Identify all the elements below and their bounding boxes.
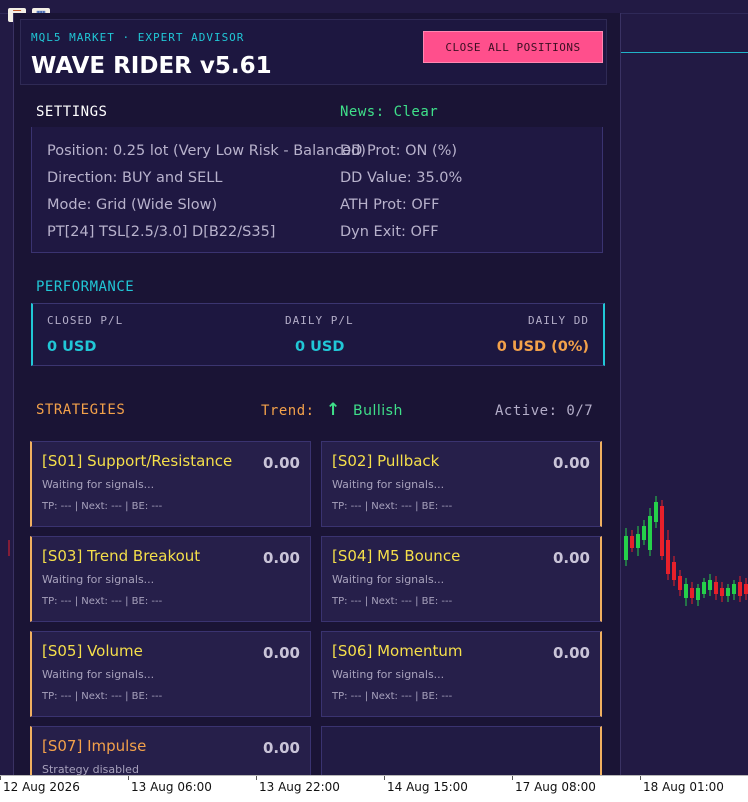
trend-value: Bullish: [353, 403, 403, 419]
candle-body: [690, 588, 694, 598]
performance-box: CLOSED P/L 0 USD DAILY P/L 0 USD DAILY D…: [31, 303, 605, 366]
candle-body: [702, 582, 706, 594]
strategy-card-s03[interactable]: [S03] Trend Breakout 0.00 Waiting for si…: [30, 536, 311, 622]
time-tick-mark: [0, 776, 1, 780]
strategy-value: 0.00: [262, 644, 300, 662]
strategy-footer: TP: --- | Next: --- | BE: ---: [42, 501, 163, 512]
strategy-title: [S01] Support/Resistance: [42, 452, 233, 470]
candle-body: [648, 516, 652, 550]
performance-heading: PERFORMANCE: [36, 279, 135, 295]
time-tick-mark: [128, 776, 129, 780]
candle-body: [654, 502, 658, 522]
time-tick-mark: [640, 776, 641, 780]
strategy-value: 0.00: [552, 644, 590, 662]
setting-position: Position: 0.25 lot (Very Low Risk - Bala…: [47, 143, 366, 159]
candle-body: [642, 526, 646, 540]
setting-ath-prot: ATH Prot: OFF: [340, 197, 440, 213]
setting-mode: Mode: Grid (Wide Slow): [47, 197, 218, 213]
candle-body: [672, 562, 676, 580]
setting-dyn-exit: Dyn Exit: OFF: [340, 224, 439, 240]
strategy-value: 0.00: [552, 549, 590, 567]
setting-direction: Direction: BUY and SELL: [47, 170, 223, 186]
strategy-card-s02[interactable]: [S02] Pullback 0.00 Waiting for signals.…: [321, 441, 602, 527]
time-label: 13 Aug 06:00: [131, 780, 212, 794]
candle-body: [726, 588, 730, 596]
strategy-footer: TP: --- | Next: --- | BE: ---: [332, 596, 453, 607]
news-status: News: Clear: [340, 104, 439, 120]
trend-up-arrow-icon: ↑: [326, 400, 341, 420]
candle-body: [684, 584, 688, 598]
daily-dd: DAILY DD 0 USD (0%): [497, 314, 589, 355]
panel-title: WAVE RIDER v5.61: [31, 53, 272, 79]
candle-body: [630, 536, 634, 548]
candle-body: [696, 588, 700, 600]
strategy-title: [S02] Pullback: [332, 452, 440, 470]
time-label: 17 Aug 08:00: [515, 780, 596, 794]
strategy-status: Waiting for signals...: [332, 478, 445, 491]
strategy-card-s04[interactable]: [S04] M5 Bounce 0.00 Waiting for signals…: [321, 536, 602, 622]
time-label: 13 Aug 22:00: [259, 780, 340, 794]
closed-pl-label: CLOSED P/L: [47, 314, 124, 327]
candle-body: [666, 540, 670, 574]
strategy-footer: TP: --- | Next: --- | BE: ---: [42, 691, 163, 702]
strategy-footer: TP: --- | Next: --- | BE: ---: [42, 596, 163, 607]
daily-pl-value: 0 USD: [295, 339, 345, 355]
closed-pl-value: 0 USD: [47, 339, 97, 355]
strategy-title: [S05] Volume: [42, 642, 143, 660]
strategy-title: [S04] M5 Bounce: [332, 547, 461, 565]
candle-body: [678, 576, 682, 590]
candle-body: [744, 584, 748, 594]
setting-params: PT[24] TSL[2.5/3.0] D[B22/S35]: [47, 224, 276, 240]
daily-pl-label: DAILY P/L: [285, 314, 354, 327]
strategy-status: Waiting for signals...: [42, 478, 155, 491]
candle-body: [624, 536, 628, 560]
active-count: Active: 0/7: [495, 403, 594, 419]
closed-pl: CLOSED P/L 0 USD: [47, 314, 123, 355]
time-label: 14 Aug 15:00: [387, 780, 468, 794]
strategy-status: Waiting for signals...: [332, 668, 445, 681]
strategy-card-s05[interactable]: [S05] Volume 0.00 Waiting for signals...…: [30, 631, 311, 717]
strategy-status: Waiting for signals...: [42, 573, 155, 586]
time-axis: 12 Aug 2026 13 Aug 06:00 13 Aug 22:00 14…: [0, 775, 748, 802]
strategy-footer: TP: --- | Next: --- | BE: ---: [332, 691, 453, 702]
strategy-title: [S06] Momentum: [332, 642, 463, 660]
settings-box: Position: 0.25 lot (Very Low Risk - Bala…: [31, 127, 603, 253]
strategy-status: Waiting for signals...: [42, 668, 155, 681]
panel-header: MQL5 MARKET · EXPERT ADVISOR WAVE RIDER …: [20, 19, 607, 85]
time-tick-mark: [512, 776, 513, 780]
strategy-value: 0.00: [262, 739, 300, 757]
time-label: 18 Aug 01:00: [643, 780, 724, 794]
time-tick-mark: [256, 776, 257, 780]
candle-body: [660, 506, 664, 556]
strategy-title: [S07] Impulse: [42, 737, 147, 755]
setting-dd-prot: DD Prot: ON (%): [340, 143, 458, 159]
strategy-title: [S03] Trend Breakout: [42, 547, 201, 565]
trend-label: Trend:: [261, 403, 315, 419]
candle-body: [738, 582, 742, 596]
candle-body: [714, 582, 718, 594]
strategy-footer: TP: --- | Next: --- | BE: ---: [332, 501, 453, 512]
settings-heading: SETTINGS: [36, 104, 108, 120]
daily-dd-label: DAILY DD: [528, 314, 589, 327]
daily-dd-value: 0 USD (0%): [496, 339, 589, 355]
ea-panel: MQL5 MARKET · EXPERT ADVISOR WAVE RIDER …: [13, 13, 621, 801]
strategies-heading: STRATEGIES: [36, 402, 126, 418]
candle-body: [636, 534, 640, 548]
strategy-card-s01[interactable]: [S01] Support/Resistance 0.00 Waiting fo…: [30, 441, 311, 527]
daily-pl: DAILY P/L 0 USD: [285, 314, 354, 355]
time-tick-mark: [384, 776, 385, 780]
setting-dd-value: DD Value: 35.0%: [340, 170, 463, 186]
strategy-value: 0.00: [262, 454, 300, 472]
strategy-status: Waiting for signals...: [332, 573, 445, 586]
strategy-value: 0.00: [552, 454, 590, 472]
strategy-value: 0.00: [262, 549, 300, 567]
strategy-card-s06[interactable]: [S06] Momentum 0.00 Waiting for signals.…: [321, 631, 602, 717]
time-label: 12 Aug 2026: [3, 780, 80, 794]
candle-body: [720, 588, 724, 596]
close-all-positions-button[interactable]: CLOSE ALL POSITIONS: [423, 31, 603, 63]
candle-body: [708, 580, 712, 590]
panel-subtitle: MQL5 MARKET · EXPERT ADVISOR: [31, 31, 245, 44]
candle-body: [732, 584, 736, 594]
